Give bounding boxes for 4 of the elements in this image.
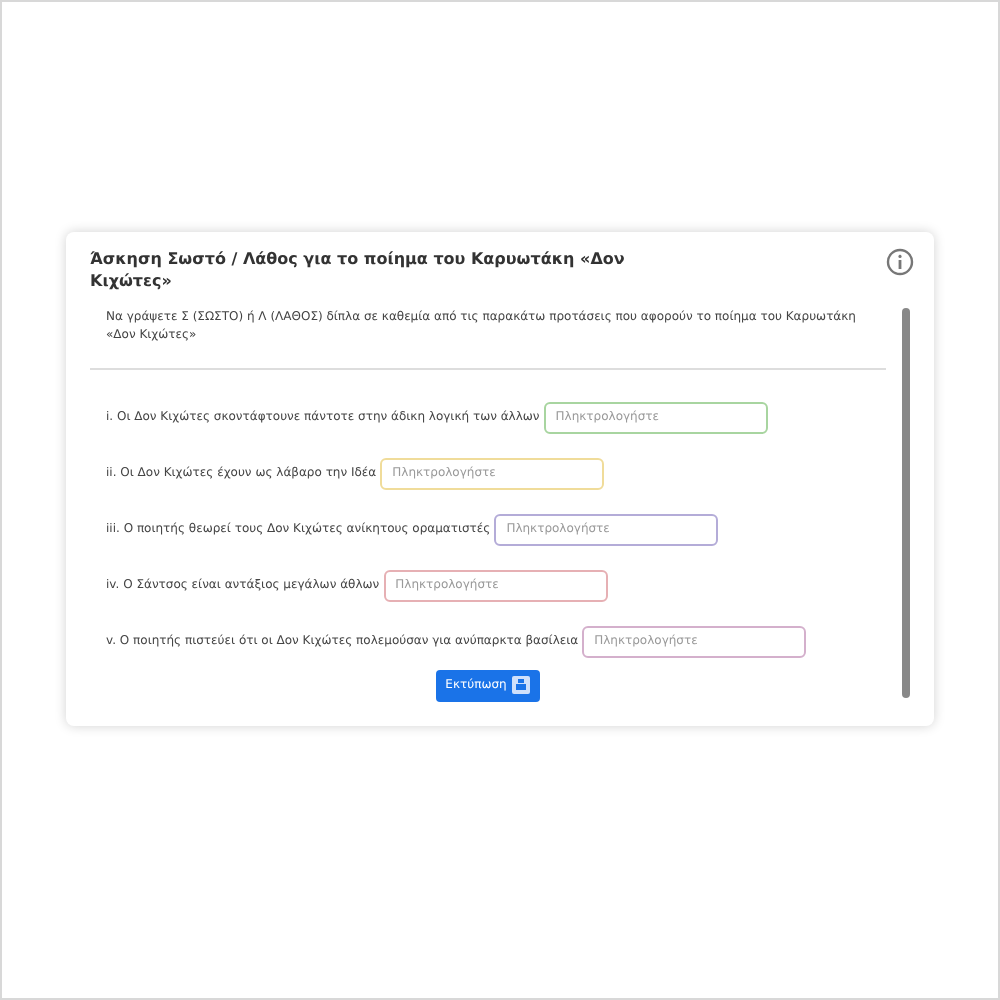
scrollbar-thumb[interactable]	[902, 307, 910, 697]
printer-icon	[512, 676, 531, 694]
info-icon[interactable]	[886, 247, 914, 275]
card-title: Άσκηση Σωστό / Λάθος για το ποίημα του Καρυωτάκη «Δον Κιχώτες»	[90, 247, 627, 291]
